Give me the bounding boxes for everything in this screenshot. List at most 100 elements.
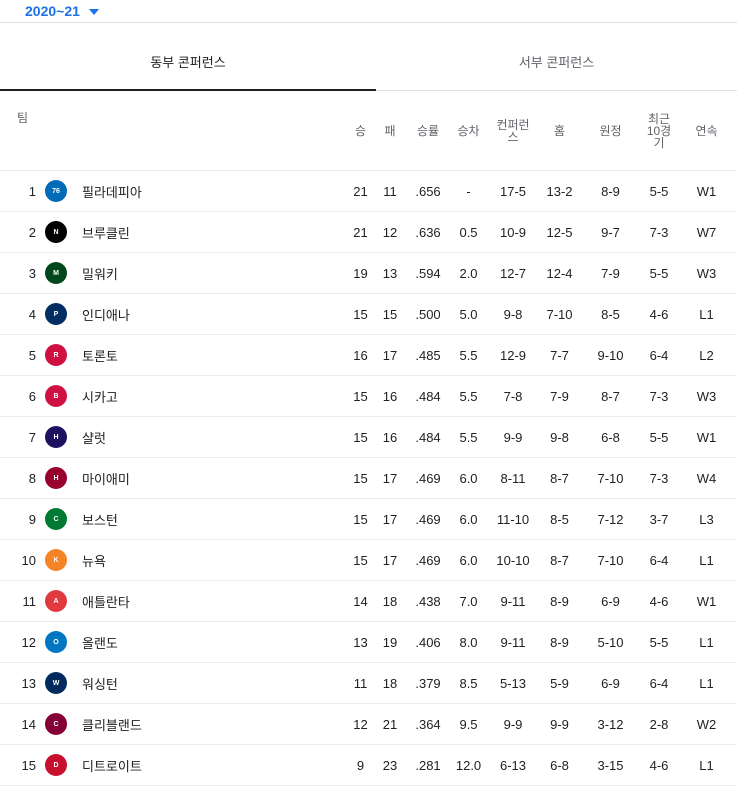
team-name: 워싱턴 (82, 676, 118, 692)
heat-logo: H (45, 467, 67, 489)
losses: 17 (375, 498, 406, 540)
last-10-record: 7-3 (642, 211, 677, 253)
streak: L3 (676, 498, 737, 540)
table-row[interactable]: 12 O 올랜도 13 19.406 8.0 9-11 8-9 5-10 5-5 L1 (0, 621, 737, 663)
table-row[interactable]: 1 76 필라데피아 21 11.656-17-5 13-2 8-9 5-5 W1 (0, 170, 737, 212)
last-10-record: 2-8 (642, 703, 677, 745)
streak: W1 (676, 580, 737, 622)
team-cell[interactable]: R 토론토 (42, 334, 347, 376)
away-record: 3-12 (579, 703, 643, 745)
magic-logo: O (45, 631, 67, 653)
rank: 10 (0, 539, 42, 581)
games-behind: 2.0 (451, 252, 487, 294)
team-cell[interactable]: H 마이애미 (42, 457, 347, 499)
team-name: 클리블랜드 (82, 717, 142, 733)
last-10-record: 5-5 (642, 170, 677, 212)
team-cell[interactable]: H 샬럿 (42, 416, 347, 458)
rank: 15 (0, 744, 42, 786)
rank: 1 (0, 170, 42, 212)
conference-record: 10-9 (486, 211, 541, 253)
last-10-record: 3-7 (642, 498, 677, 540)
table-row[interactable]: 5 R 토론토 16 17.485 5.5 12-9 7-7 9-10 6-4 L2 (0, 334, 737, 376)
away-record: 3-15 (579, 744, 643, 786)
team-cell[interactable]: M 밀워키 (42, 252, 347, 294)
conference-record: 9-11 (486, 580, 541, 622)
away-record: 9-7 (579, 211, 643, 253)
team-cell[interactable]: D 디트로이트 (42, 744, 347, 786)
table-row[interactable]: 2 N 브루클린 21 12.636 0.5 10-9 12-5 9-7 7-3 W7 (0, 211, 737, 253)
away-record: 7-10 (579, 457, 643, 499)
team-name: 보스턴 (82, 512, 118, 528)
table-row[interactable]: 14 C 클리블랜드 12 21.364 9.5 9-9 9-9 3-12 2-8 W2 (0, 703, 737, 745)
table-row[interactable]: 9 C 보스턴 15 17.469 6.0 11-10 8-5 7-12 3-7 L3 (0, 498, 737, 540)
losses: 23 (375, 744, 406, 786)
away-record: 8-9 (579, 170, 643, 212)
streak: L1 (676, 539, 737, 581)
table-row[interactable]: 8 H 마이애미 15 17.469 6.0 8-11 8-7 7-10 7-3 W4 (0, 457, 737, 499)
header-last-10-label: 최근10경기 (646, 111, 672, 150)
table-row[interactable]: 10 K 뉴욕 15 17.469 6.0 10-10 8-7 7-10 6-4 L1 (0, 539, 737, 581)
rank: 11 (0, 580, 42, 622)
team-cell[interactable]: P 인디애나 (42, 293, 347, 335)
standings-table: 팀 승 패 승률 승차 컨퍼런스 홈 원정 최근10경기 연속 1 76 필라데피아… (0, 91, 737, 786)
games-behind: 8.5 (451, 662, 487, 704)
wins: 9 (346, 744, 376, 786)
season-bar: 2020~21 (0, 0, 737, 23)
rank: 9 (0, 498, 42, 540)
season-dropdown[interactable]: 2020~21 (25, 3, 99, 19)
wizards-logo: W (45, 672, 67, 694)
header-team: 팀 (0, 91, 347, 171)
away-record: 6-8 (579, 416, 643, 458)
table-row[interactable]: 11 A 애틀란타 14 18.438 7.0 9-11 8-9 6-9 4-6 W1 (0, 580, 737, 622)
home-record: 7-10 (540, 293, 580, 335)
win-pct: .485 (405, 334, 452, 376)
team-cell[interactable]: A 애틀란타 (42, 580, 347, 622)
cavaliers-logo: C (45, 713, 67, 735)
losses: 12 (375, 211, 406, 253)
win-pct: .379 (405, 662, 452, 704)
tab-eastern-conference[interactable]: 동부 콘퍼런스 (0, 32, 376, 91)
rank: 3 (0, 252, 42, 294)
season-label: 2020~21 (25, 3, 80, 19)
table-row[interactable]: 6 B 시카고 15 16.484 5.5 7-8 7-9 8-7 7-3 W3 (0, 375, 737, 417)
games-behind: 6.0 (451, 457, 487, 499)
sixers-logo: 76 (45, 180, 67, 202)
table-row[interactable]: 7 H 샬럿 15 16.484 5.5 9-9 9-8 6-8 5-5 W1 (0, 416, 737, 458)
team-cell[interactable]: O 올랜도 (42, 621, 347, 663)
header-last-10: 최근10경기 (642, 91, 677, 171)
team-name: 브루클린 (82, 225, 130, 241)
last-10-record: 7-3 (642, 457, 677, 499)
rank: 14 (0, 703, 42, 745)
streak: W1 (676, 416, 737, 458)
conference-record: 9-11 (486, 621, 541, 663)
team-cell[interactable]: C 클리블랜드 (42, 703, 347, 745)
table-row[interactable]: 13 W 워싱턴 11 18.379 8.5 5-13 5-9 6-9 6-4 L1 (0, 662, 737, 704)
team-cell[interactable]: B 시카고 (42, 375, 347, 417)
last-10-record: 6-4 (642, 539, 677, 581)
team-cell[interactable]: W 워싱턴 (42, 662, 347, 704)
team-cell[interactable]: C 보스턴 (42, 498, 347, 540)
losses: 17 (375, 539, 406, 581)
table-row[interactable]: 15 D 디트로이트 9 23.281 12.0 6-13 6-8 3-15 4-6 L1 (0, 744, 737, 786)
win-pct: .469 (405, 457, 452, 499)
win-pct: .281 (405, 744, 452, 786)
table-row[interactable]: 3 M 밀워키 19 13.594 2.0 12-7 12-4 7-9 5-5 W3 (0, 252, 737, 294)
team-cell[interactable]: K 뉴욕 (42, 539, 347, 581)
rank: 2 (0, 211, 42, 253)
games-behind: 6.0 (451, 539, 487, 581)
streak: L1 (676, 662, 737, 704)
team-name: 애틀란타 (82, 594, 130, 610)
tab-western-conference[interactable]: 서부 콘퍼런스 (376, 32, 737, 90)
conference-record: 10-10 (486, 539, 541, 581)
team-name: 뉴욕 (82, 553, 106, 569)
away-record: 9-10 (579, 334, 643, 376)
team-cell[interactable]: N 브루클린 (42, 211, 347, 253)
team-name: 인디애나 (82, 307, 130, 323)
wins: 15 (346, 498, 376, 540)
header-away: 원정 (579, 91, 643, 171)
team-cell[interactable]: 76 필라데피아 (42, 170, 347, 212)
wins: 21 (346, 211, 376, 253)
header-conference-label: 컨퍼런스 (496, 117, 530, 144)
losses: 16 (375, 416, 406, 458)
table-row[interactable]: 4 P 인디애나 15 15.500 5.0 9-8 7-10 8-5 4-6 L1 (0, 293, 737, 335)
